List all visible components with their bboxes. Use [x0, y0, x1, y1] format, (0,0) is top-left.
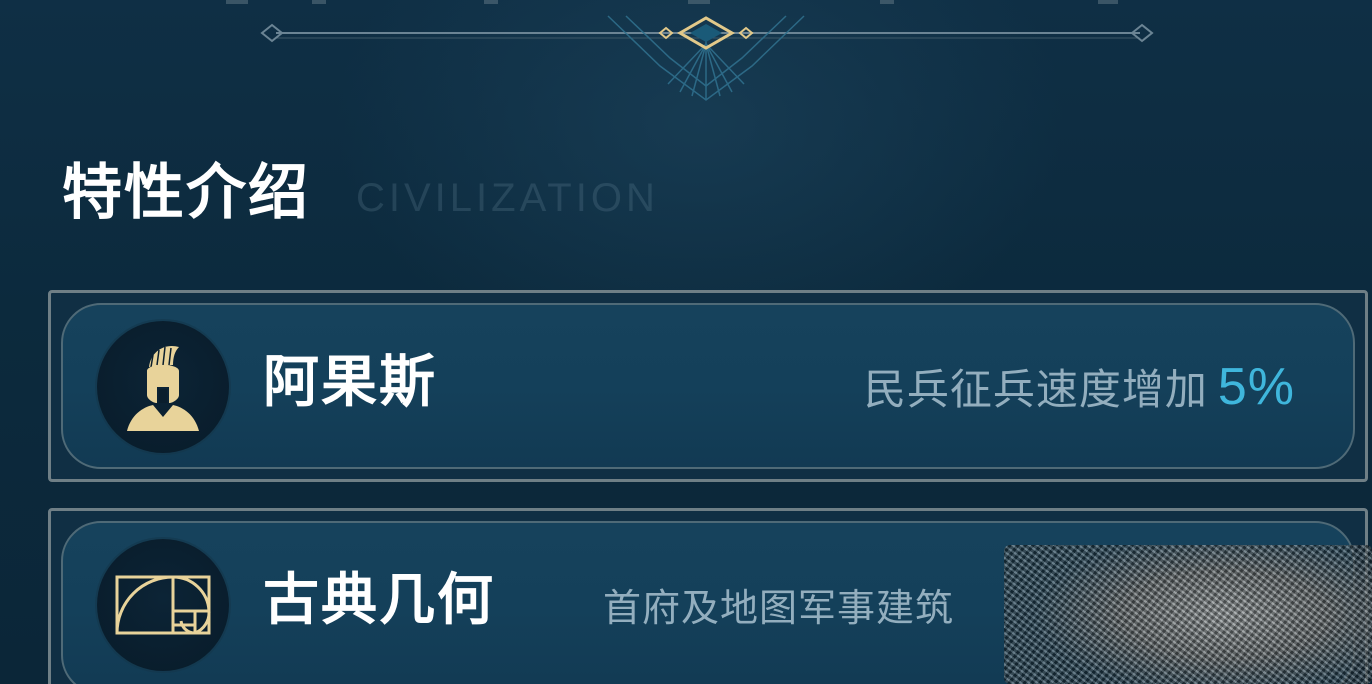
trait-bonus-value: 5% [1217, 358, 1295, 416]
trait-description-text: 民兵征兵速度增加 [863, 365, 1208, 414]
trait-description-text: 首府及地图军事建筑 [603, 586, 955, 630]
spartan-helmet-icon [127, 345, 199, 431]
obscured-watermark-patch [1004, 545, 1372, 684]
trait-icon-frame [97, 539, 229, 671]
trait-name: 阿果斯 [263, 350, 437, 415]
trait-name: 古典几何 [263, 568, 495, 633]
top-ornament-divider [226, 0, 1154, 101]
trait-card-argos[interactable]: 阿果斯 民兵征兵速度增加 5% [48, 290, 1368, 482]
trait-icon-frame [97, 321, 229, 453]
section-watermark-text: CIVILIZATION [356, 176, 659, 220]
trait-description: 民兵征兵速度增加 5% [864, 361, 1295, 416]
section-title: 特性介绍 [62, 158, 310, 228]
golden-ratio-icon [115, 575, 211, 635]
